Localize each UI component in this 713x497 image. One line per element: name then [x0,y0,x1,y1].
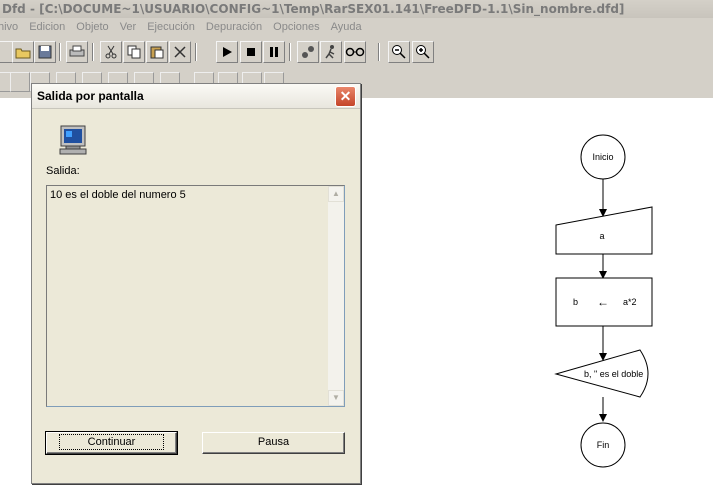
copy-icon[interactable] [123,41,145,63]
menu-objeto[interactable]: Objeto [76,18,108,37]
computer-icon [59,125,87,155]
continue-button-label: Continuar [58,434,165,450]
save-icon[interactable] [34,41,56,63]
output-label: Salida: [46,165,80,177]
vertical-scrollbar[interactable]: ▲ ▼ [328,186,344,406]
menu-archivo[interactable]: hivo [0,18,18,37]
object-tool-icon[interactable] [10,72,30,92]
menu-opciones[interactable]: Opciones [273,18,319,37]
delete-icon[interactable] [169,41,191,63]
stop-icon[interactable] [240,41,262,63]
output-node-label: b, " es el doble [584,369,643,379]
run-icon[interactable] [216,41,238,63]
open-folder-icon[interactable] [12,41,34,63]
flowchart-canvas: Inicio a b ← a*2 b, " es el doble Fin [554,134,653,468]
start-label: Inicio [592,152,613,162]
menu-depuracion[interactable]: Depuración [206,18,262,37]
runner-icon[interactable] [320,41,342,63]
watch-glasses-icon[interactable] [344,41,366,63]
output-text: 10 es el doble del numero 5 [50,189,186,201]
pause-button[interactable]: Pausa [202,432,345,454]
main-toolbar [0,37,713,69]
step-icon[interactable] [297,41,319,63]
end-label: Fin [597,440,610,450]
scroll-up-icon[interactable]: ▲ [328,186,344,202]
zoom-in-icon[interactable] [412,41,434,63]
zoom-out-icon[interactable] [388,41,410,63]
menu-ayuda[interactable]: Ayuda [331,18,362,37]
window-title: Dfd - [C:\DOCUME~1\USUARIO\CONFIG~1\Temp… [0,0,713,18]
dialog-title: Salida por pantalla [37,89,144,103]
scroll-down-icon[interactable]: ▼ [328,390,344,406]
assign-expr: a*2 [623,297,637,307]
paste-icon[interactable] [146,41,168,63]
pause-button-label: Pausa [257,436,290,448]
continue-button[interactable]: Continuar [45,431,178,455]
assign-target: b [573,297,578,307]
output-textarea[interactable]: 10 es el doble del numero 5 ▲ ▼ [46,185,345,407]
read-label: a [599,231,604,241]
pause-icon[interactable] [263,41,285,63]
output-dialog: Salida por pantalla ✕ Salida: 10 es el d… [31,83,361,484]
menu-ejecucion[interactable]: Ejecución [147,18,195,37]
menu-bar: hivo Edicion Objeto Ver Ejecución Depuración O… [0,18,713,37]
dialog-titlebar[interactable]: Salida por pantalla ✕ [32,84,360,109]
assign-arrow: ← [597,295,609,309]
print-icon[interactable] [66,41,88,63]
menu-edicion[interactable]: Edicion [29,18,65,37]
cut-icon[interactable] [100,41,122,63]
menu-ver[interactable]: Ver [120,18,137,37]
flow-arrowhead [599,414,607,422]
close-button[interactable]: ✕ [335,86,356,107]
